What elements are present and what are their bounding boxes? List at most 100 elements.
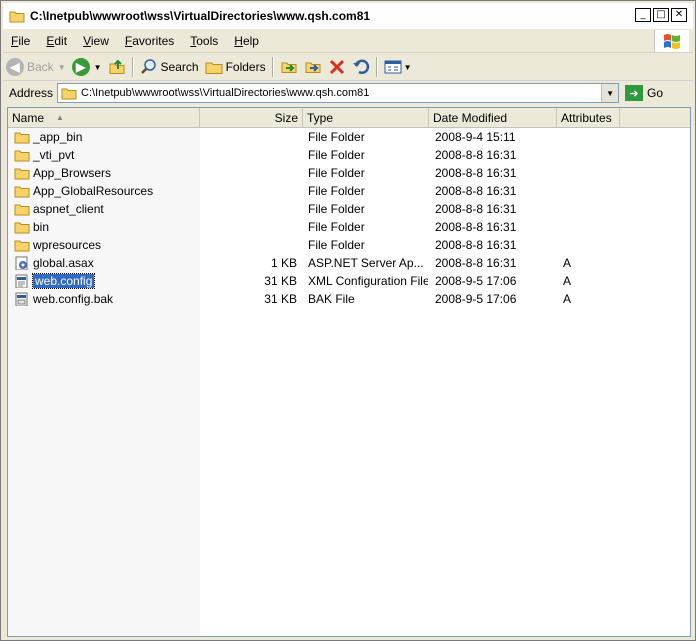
- file-size: [200, 164, 297, 182]
- file-name-cell[interactable]: web.config: [14, 272, 198, 290]
- go-arrow-icon: ➜: [625, 85, 644, 101]
- file-name-cell[interactable]: _vti_pvt: [14, 146, 198, 164]
- address-bar: Address C:\Inetpub\wwwroot\wss\VirtualDi…: [3, 81, 693, 105]
- undo-button[interactable]: [349, 56, 373, 78]
- file-size: [200, 236, 297, 254]
- file-row[interactable]: bin File Folder 2008-8-8 16:31: [8, 218, 690, 236]
- search-button[interactable]: Search: [137, 56, 202, 78]
- menu-file[interactable]: File: [3, 34, 38, 48]
- folder-icon: [9, 11, 25, 23]
- minimize-button[interactable]: _: [635, 8, 651, 22]
- column-type[interactable]: Type: [303, 108, 429, 127]
- file-attributes: A: [563, 256, 572, 270]
- folders-icon: [205, 62, 223, 74]
- file-name-cell[interactable]: aspnet_client: [14, 200, 198, 218]
- file-attributes: [563, 236, 623, 254]
- file-name: wpresources: [33, 238, 102, 252]
- up-folder-button[interactable]: [105, 56, 129, 78]
- column-size[interactable]: Size: [200, 108, 303, 127]
- file-size: 1 KB: [270, 256, 297, 270]
- file-type: File Folder: [308, 148, 365, 162]
- file-name: global.asax: [33, 256, 94, 270]
- column-name[interactable]: Name ▲: [8, 108, 200, 127]
- file-date-modified: 2008-8-8 16:31: [435, 148, 517, 162]
- folders-button[interactable]: Folders: [202, 56, 269, 78]
- file-date-modified: 2008-9-5 17:06: [435, 292, 517, 306]
- up-folder-icon: [109, 59, 125, 74]
- file-row[interactable]: web.config 31 KB XML Configuration File 200…: [8, 272, 690, 290]
- file-row[interactable]: aspnet_client File Folder 2008-8-8 16:31: [8, 200, 690, 218]
- file-attributes: [563, 164, 623, 182]
- file-type: File Folder: [308, 238, 365, 252]
- menu-bar: File Edit View Favorites Tools Help: [3, 30, 693, 53]
- file-size: [200, 182, 297, 200]
- file-date-modified: 2008-8-8 16:31: [435, 238, 517, 252]
- windows-logo-icon: [654, 30, 689, 52]
- file-name-cell[interactable]: _app_bin: [14, 128, 198, 146]
- column-date-modified[interactable]: Date Modified: [429, 108, 557, 127]
- file-size: [200, 128, 297, 146]
- views-button[interactable]: ▼: [381, 56, 415, 78]
- menu-view[interactable]: View: [75, 34, 117, 48]
- move-to-button[interactable]: [277, 56, 301, 78]
- file-row[interactable]: web.config.bak 31 KB BAK File 2008-9-5 17:0…: [8, 290, 690, 308]
- menu-help[interactable]: Help: [226, 34, 267, 48]
- back-arrow-icon: ◀: [6, 58, 24, 76]
- file-type: File Folder: [308, 202, 365, 216]
- file-name-cell[interactable]: bin: [14, 218, 198, 236]
- menu-tools[interactable]: Tools: [182, 34, 226, 48]
- file-size: 31 KB: [264, 274, 297, 288]
- asax-file-icon: [15, 256, 28, 270]
- forward-button[interactable]: ▶ ▼: [69, 56, 105, 78]
- file-type: XML Configuration File: [308, 274, 428, 288]
- file-type: File Folder: [308, 184, 365, 198]
- file-name: web.config.bak: [33, 292, 114, 306]
- folder-icon: [14, 240, 30, 252]
- file-row[interactable]: wpresources File Folder 2008-8-8 16:31: [8, 236, 690, 254]
- config-file-icon: [15, 274, 28, 288]
- file-date-modified: 2008-8-8 16:31: [435, 220, 517, 234]
- go-button[interactable]: ➜ Go: [625, 85, 663, 101]
- file-row[interactable]: global.asax 1 KB ASP.NET Server Ap... 2008-…: [8, 254, 690, 272]
- toolbar-separator: [131, 57, 134, 77]
- file-attributes: [563, 128, 623, 146]
- file-date-modified: 2008-9-4 15:11: [435, 130, 516, 144]
- sort-ascending-icon: ▲: [56, 113, 64, 122]
- file-list[interactable]: Name ▲ Size Type Date Modified Attribute…: [7, 107, 691, 637]
- file-row[interactable]: App_GlobalResources File Folder 2008-8-8 1…: [8, 182, 690, 200]
- file-date-modified: 2008-8-8 16:31: [435, 256, 517, 270]
- file-name-cell[interactable]: App_GlobalResources: [14, 182, 198, 200]
- file-row[interactable]: App_Browsers File Folder 2008-8-8 16:31: [8, 164, 690, 182]
- column-attributes[interactable]: Attributes: [557, 108, 620, 127]
- copy-to-button[interactable]: [301, 56, 325, 78]
- delete-button[interactable]: [325, 56, 349, 78]
- file-size: [200, 200, 297, 218]
- file-attributes: [563, 200, 623, 218]
- toolbar-separator: [271, 57, 274, 77]
- delete-icon: [329, 59, 344, 75]
- maximize-button[interactable]: □: [653, 8, 669, 22]
- close-button[interactable]: ✕: [671, 8, 687, 22]
- chevron-down-icon: ▼: [606, 88, 614, 98]
- address-dropdown-button[interactable]: ▼: [601, 84, 619, 102]
- file-size: [200, 218, 297, 236]
- back-button[interactable]: ◀ Back ▼: [3, 56, 69, 78]
- address-input[interactable]: C:\Inetpub\wwwroot\wss\VirtualDirectorie…: [57, 83, 620, 103]
- window-title: C:\Inetpub\wwwroot\wss\VirtualDirectorie…: [30, 9, 371, 23]
- file-row[interactable]: _vti_pvt File Folder 2008-8-8 16:31: [8, 146, 690, 164]
- title-bar[interactable]: C:\Inetpub\wwwroot\wss\VirtualDirectorie…: [3, 3, 693, 29]
- chevron-down-icon[interactable]: ▼: [94, 63, 102, 72]
- file-name: App_Browsers: [33, 166, 112, 180]
- menu-favorites[interactable]: Favorites: [117, 34, 182, 48]
- file-name-cell[interactable]: global.asax: [14, 254, 198, 272]
- menu-edit[interactable]: Edit: [38, 34, 75, 48]
- file-name-cell[interactable]: web.config.bak: [14, 290, 198, 308]
- file-type: File Folder: [308, 220, 365, 234]
- move-to-icon: [281, 62, 297, 73]
- views-icon: [384, 60, 402, 74]
- file-name-cell[interactable]: App_Browsers: [14, 164, 198, 182]
- chevron-down-icon[interactable]: ▼: [58, 63, 66, 72]
- file-row[interactable]: _app_bin File Folder 2008-9-4 15:11: [8, 128, 690, 146]
- search-icon: [140, 59, 156, 74]
- file-name-cell[interactable]: wpresources: [14, 236, 198, 254]
